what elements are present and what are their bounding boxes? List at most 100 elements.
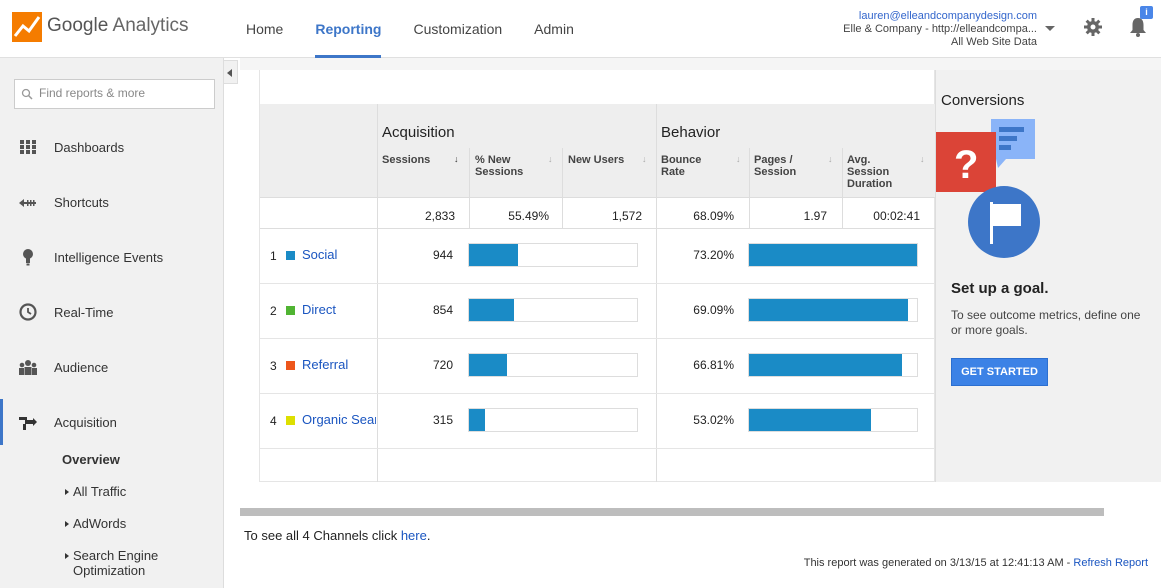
sort-icon[interactable]: ↓ xyxy=(642,154,647,164)
column-header-pct-new-sessions[interactable]: % New Sessions xyxy=(475,154,523,178)
app-name[interactable]: Google Analytics xyxy=(47,15,189,37)
row-divider xyxy=(260,448,936,449)
sessions-bar-fill xyxy=(469,299,514,321)
sessions-bar xyxy=(468,408,638,432)
see-all-link[interactable]: here xyxy=(401,528,427,543)
nav-admin[interactable]: Admin xyxy=(518,0,590,58)
sort-icon[interactable]: ↓ xyxy=(736,154,741,164)
sessions-value: 944 xyxy=(432,248,453,262)
sidebar-item-dashboards[interactable]: Dashboards xyxy=(0,132,224,162)
total-bounce-rate: 68.09% xyxy=(693,209,734,223)
goal-illustration-icon: ? xyxy=(936,119,1040,258)
sort-icon[interactable]: ↓ xyxy=(920,154,925,164)
column-header-bounce-rate[interactable]: Bounce Rate xyxy=(661,154,701,178)
column-header-sessions[interactable]: Sessions xyxy=(382,154,430,166)
sidebar-item-shortcuts[interactable]: Shortcuts xyxy=(0,187,224,217)
bell-icon[interactable] xyxy=(1129,17,1147,37)
people-icon xyxy=(19,360,37,375)
total-avg-session-duration: 00:02:41 xyxy=(873,209,920,223)
sessions-bar-fill xyxy=(469,409,485,431)
total-pct-new-sessions: 55.49% xyxy=(508,209,549,223)
account-selector[interactable]: lauren@elleandcompanydesign.com Elle & C… xyxy=(843,10,1037,49)
row-number: 2 xyxy=(270,304,277,318)
sort-descending-icon[interactable]: ↓ xyxy=(454,154,459,164)
column-header-pages-per-session[interactable]: Pages / Session xyxy=(754,154,796,178)
total-new-users: 1,572 xyxy=(611,209,642,223)
acquisition-arrows-icon xyxy=(19,417,37,430)
sessions-value: 720 xyxy=(432,358,453,372)
sidebar-item-acquisition[interactable]: Acquisition xyxy=(0,399,224,445)
series-swatch xyxy=(286,306,295,315)
bounce-rate-bar-fill xyxy=(749,354,902,376)
search-input[interactable] xyxy=(39,86,209,100)
sidebar-subitem-seo-line1: Search Engine xyxy=(73,548,159,563)
column-header-line: Duration xyxy=(847,178,893,190)
channel-link[interactable]: Direct xyxy=(302,302,376,317)
see-all-text: To see all 4 Channels click xyxy=(244,528,398,543)
column-header-line: Pages / xyxy=(754,154,793,166)
sessions-bar xyxy=(468,298,638,322)
sidebar-item-label: Dashboards xyxy=(54,140,125,155)
collapse-sidebar-button[interactable] xyxy=(224,60,238,84)
column-header-avg-session-duration[interactable]: Avg. Session Duration xyxy=(847,154,892,190)
bounce-rate-bar xyxy=(748,298,918,322)
channel-link[interactable]: Social xyxy=(302,247,376,262)
gear-icon[interactable] xyxy=(1084,18,1102,36)
search-icon xyxy=(21,88,33,100)
row-divider xyxy=(260,338,936,339)
sidebar-subitem-seo[interactable]: Search Engine Optimization xyxy=(73,548,158,578)
caret-right-icon xyxy=(65,521,69,527)
caret-right-icon xyxy=(65,489,69,495)
refresh-report-link[interactable]: Refresh Report xyxy=(1073,557,1148,569)
total-pages-per-session: 1.97 xyxy=(803,209,827,223)
top-header: Google Analytics Home Reporting Customiz… xyxy=(0,0,1161,58)
chevron-down-icon[interactable] xyxy=(1045,26,1055,31)
goal-description: To see outcome metrics, define one or mo… xyxy=(951,308,1141,337)
lightbulb-icon xyxy=(23,249,33,266)
account-email: lauren@elleandcompanydesign.com xyxy=(858,10,1037,22)
notification-badge[interactable]: i xyxy=(1140,6,1153,19)
nav-home[interactable]: Home xyxy=(230,0,299,58)
conversions-title: Conversions xyxy=(941,92,1025,109)
sidebar-subitem-seo-line2: Optimization xyxy=(73,563,146,578)
channel-link[interactable]: Referral xyxy=(302,357,376,372)
search-box[interactable] xyxy=(14,79,215,109)
series-swatch xyxy=(286,416,295,425)
sessions-bar-fill xyxy=(469,244,518,266)
sessions-bar xyxy=(468,353,638,377)
column-header-line: Rate xyxy=(661,166,685,178)
sort-icon[interactable]: ↓ xyxy=(828,154,833,164)
column-header-line: Session xyxy=(754,166,797,178)
sort-icon[interactable]: ↓ xyxy=(548,154,553,164)
sidebar-subitem-all-traffic[interactable]: All Traffic xyxy=(73,484,126,499)
get-started-button[interactable]: GET STARTED xyxy=(951,358,1048,386)
column-header-line: New Users xyxy=(568,154,625,166)
column-header-line: Avg. xyxy=(847,154,871,166)
nav-reporting[interactable]: Reporting xyxy=(299,0,397,58)
nav-customization[interactable]: Customization xyxy=(397,0,518,58)
channel-link[interactable]: Organic Search xyxy=(302,412,376,427)
row-number: 4 xyxy=(270,414,277,428)
conversions-panel: Conversions ? Set up a goal. To see outc… xyxy=(935,70,1161,482)
sidebar-item-label: Acquisition xyxy=(54,415,117,430)
row-number: 1 xyxy=(270,249,277,263)
sidebar-subitem-overview[interactable]: Overview xyxy=(62,452,120,467)
grid-icon xyxy=(20,140,36,154)
sidebar-item-label: Shortcuts xyxy=(54,195,109,210)
horizontal-scrollbar[interactable] xyxy=(240,508,1104,516)
see-all-period: . xyxy=(426,528,431,543)
sidebar-item-real-time[interactable]: Real-Time xyxy=(0,297,224,327)
bounce-rate-bar-fill xyxy=(749,244,917,266)
bounce-rate-value: 73.20% xyxy=(693,248,734,262)
bounce-rate-value: 53.02% xyxy=(693,413,734,427)
sidebar: Dashboards Shortcuts Intelligence Events… xyxy=(0,58,224,588)
google-analytics-logo-icon[interactable] xyxy=(12,12,42,42)
see-all-channels: To see all 4 Channels click here. xyxy=(244,528,430,543)
sidebar-subitem-adwords[interactable]: AdWords xyxy=(73,516,126,531)
bounce-rate-value: 66.81% xyxy=(693,358,734,372)
column-header-new-users[interactable]: New Users xyxy=(568,154,624,166)
column-header-line: % New xyxy=(475,154,511,166)
goal-heading: Set up a goal. xyxy=(951,280,1049,297)
sidebar-item-audience[interactable]: Audience xyxy=(0,352,224,382)
sidebar-item-intelligence-events[interactable]: Intelligence Events xyxy=(0,242,224,272)
